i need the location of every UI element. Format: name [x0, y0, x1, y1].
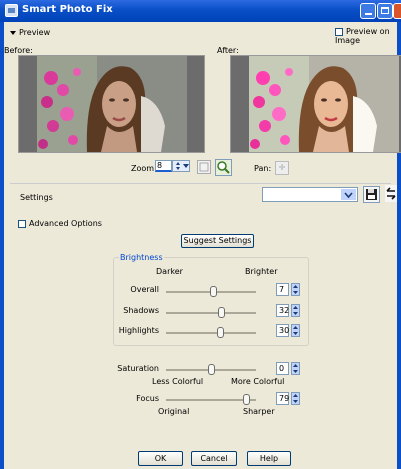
settings-dropdown-button[interactable] — [340, 188, 357, 201]
spin-arrows-icon — [176, 162, 189, 170]
zoom-spinner[interactable] — [172, 160, 190, 172]
brighter-label: Brighter — [245, 267, 278, 276]
shadows-slider-track[interactable] — [166, 312, 256, 314]
help-button[interactable]: Help — [247, 451, 291, 466]
spin-arrows-icon — [293, 285, 298, 294]
checkbox-box[interactable] — [335, 27, 343, 36]
overall-spinner[interactable] — [291, 283, 300, 296]
zoom-label: Zoom: — [131, 164, 157, 173]
overall-slider-thumb[interactable] — [210, 286, 218, 297]
focus-label: Focus — [136, 394, 159, 403]
shadows-spinner[interactable] — [291, 304, 300, 317]
zoom-input[interactable]: 8 — [155, 160, 172, 172]
focus-value-input[interactable]: 79 — [276, 392, 289, 405]
chevron-down-icon — [344, 192, 353, 199]
floppy-disk-icon — [366, 189, 377, 200]
advanced-options-checkbox[interactable]: Advanced Options — [18, 219, 102, 228]
overall-label: Overall — [130, 285, 159, 294]
spin-arrows-icon — [293, 326, 298, 335]
checkbox-box[interactable] — [18, 219, 26, 228]
focus-slider-thumb[interactable] — [242, 394, 250, 405]
saturation-slider-thumb[interactable] — [207, 364, 215, 375]
zoom-fit-icon — [199, 162, 209, 172]
magnifier-icon — [217, 161, 230, 174]
saturation-value-input[interactable]: 0 — [276, 362, 289, 375]
spin-arrows-icon — [293, 364, 298, 373]
pan-label: Pan: — [254, 164, 272, 173]
focus-spinner[interactable] — [291, 392, 300, 405]
after-preview[interactable] — [230, 55, 401, 153]
highlights-spinner[interactable] — [291, 324, 300, 337]
collapse-triangle-icon — [10, 30, 16, 35]
pan-button[interactable]: ✛ — [275, 161, 289, 175]
pan-icon: ✛ — [278, 163, 286, 172]
preview-toggle-label: Preview — [19, 28, 51, 37]
brightness-group-title: Brightness — [119, 253, 164, 262]
saturation-spinner[interactable] — [291, 362, 300, 375]
less-colorful-label: Less Colorful — [152, 377, 204, 386]
after-photo-image — [249, 56, 399, 152]
highlights-value-input[interactable]: 30 — [276, 324, 289, 337]
darker-label: Darker — [156, 267, 183, 276]
spin-arrows-icon — [293, 306, 298, 315]
highlights-slider-track[interactable] — [166, 332, 256, 334]
divider — [10, 183, 391, 184]
zoom-actual-size-button[interactable] — [215, 159, 232, 176]
original-label: Original — [158, 407, 190, 416]
before-preview[interactable] — [18, 55, 205, 153]
preview-toggle[interactable]: Preview — [10, 28, 50, 37]
reset-arrows-icon — [386, 187, 396, 200]
advanced-options-label: Advanced Options — [29, 219, 102, 228]
maximize-button[interactable] — [377, 3, 393, 19]
highlights-label: Highlights — [118, 326, 159, 335]
shadows-slider-thumb[interactable] — [218, 307, 226, 318]
preview-on-image-checkbox[interactable]: Preview on Image — [335, 27, 401, 45]
window-frame-left — [0, 22, 4, 469]
cancel-button[interactable]: Cancel — [191, 451, 237, 466]
suggest-settings-button[interactable]: Suggest Settings — [181, 234, 254, 248]
close-button[interactable] — [393, 3, 401, 19]
before-photo-image — [37, 56, 187, 152]
minimize-button[interactable] — [360, 3, 376, 19]
more-colorful-label: More Colorful — [231, 377, 285, 386]
shadows-label: Shadows — [123, 306, 159, 315]
preview-on-image-label: Preview on Image — [335, 27, 390, 45]
window-title: Smart Photo Fix — [22, 4, 113, 15]
save-preset-button[interactable] — [363, 186, 380, 203]
zoom-fit-button[interactable] — [197, 160, 211, 174]
saturation-label: Saturation — [117, 364, 159, 373]
shadows-value-input[interactable]: 32 — [276, 304, 289, 317]
app-icon — [5, 4, 18, 17]
overall-value-input[interactable]: 7 — [276, 283, 289, 296]
settings-label: Settings — [20, 193, 53, 202]
reset-default-button[interactable] — [385, 185, 397, 202]
sharper-label: Sharper — [243, 407, 275, 416]
before-label: Before: — [4, 46, 33, 55]
after-label: After: — [217, 46, 239, 55]
highlights-slider-thumb[interactable] — [217, 327, 225, 338]
spin-arrows-icon — [293, 394, 298, 403]
ok-button[interactable]: OK — [138, 451, 183, 466]
